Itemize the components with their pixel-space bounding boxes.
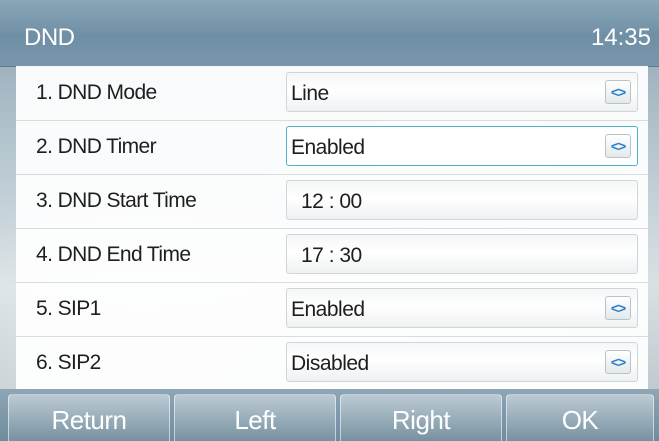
softkey-bar: Return Left Right OK [0, 389, 659, 441]
settings-list: 1. DND Mode Line <> 2. DND Timer Enabled… [16, 66, 648, 389]
left-right-arrows-icon[interactable]: <> [605, 80, 631, 104]
right-button[interactable]: Right [340, 394, 502, 441]
row-label: 1. DND Mode [36, 81, 157, 104]
row-dnd-timer[interactable]: 2. DND Timer Enabled <> [16, 120, 648, 175]
sip1-value: Enabled [291, 298, 365, 321]
clock: 14:35 [590, 24, 651, 51]
dnd-start-time-field[interactable]: 12 : 00 [286, 180, 638, 220]
row-dnd-start-time[interactable]: 3. DND Start Time 12 : 00 [16, 174, 648, 229]
dnd-timer-value: Enabled [291, 136, 365, 159]
left-right-arrows-icon[interactable]: <> [605, 350, 631, 374]
sip1-select[interactable]: Enabled <> [286, 288, 638, 328]
row-label: 2. DND Timer [36, 135, 157, 158]
left-button[interactable]: Left [174, 394, 336, 441]
row-label: 6. SIP2 [36, 351, 101, 374]
dnd-mode-value: Line [291, 82, 329, 105]
row-sip2[interactable]: 6. SIP2 Disabled <> [16, 336, 648, 390]
row-label: 4. DND End Time [36, 243, 191, 266]
row-sip1[interactable]: 5. SIP1 Enabled <> [16, 282, 648, 337]
left-right-arrows-icon[interactable]: <> [605, 296, 631, 320]
row-label: 3. DND Start Time [36, 189, 197, 212]
sip2-value: Disabled [291, 352, 369, 375]
return-button[interactable]: Return [8, 394, 170, 441]
phone-screen: DND 14:35 1. DND Mode Line <> 2. DND Tim… [0, 0, 659, 441]
dnd-end-time-field[interactable]: 17 : 30 [286, 234, 638, 274]
dnd-start-time-value: 12 : 00 [301, 190, 362, 213]
ok-button[interactable]: OK [506, 394, 654, 441]
dnd-mode-select[interactable]: Line <> [286, 72, 638, 112]
dnd-end-time-value: 17 : 30 [301, 244, 362, 267]
page-title: DND [24, 24, 75, 51]
row-label: 5. SIP1 [36, 297, 101, 320]
row-dnd-end-time[interactable]: 4. DND End Time 17 : 30 [16, 228, 648, 283]
sip2-select[interactable]: Disabled <> [286, 342, 638, 382]
dnd-timer-select[interactable]: Enabled <> [286, 126, 638, 166]
title-bar: DND 14:35 [0, 0, 659, 67]
row-dnd-mode[interactable]: 1. DND Mode Line <> [16, 66, 648, 121]
left-right-arrows-icon[interactable]: <> [605, 134, 631, 158]
